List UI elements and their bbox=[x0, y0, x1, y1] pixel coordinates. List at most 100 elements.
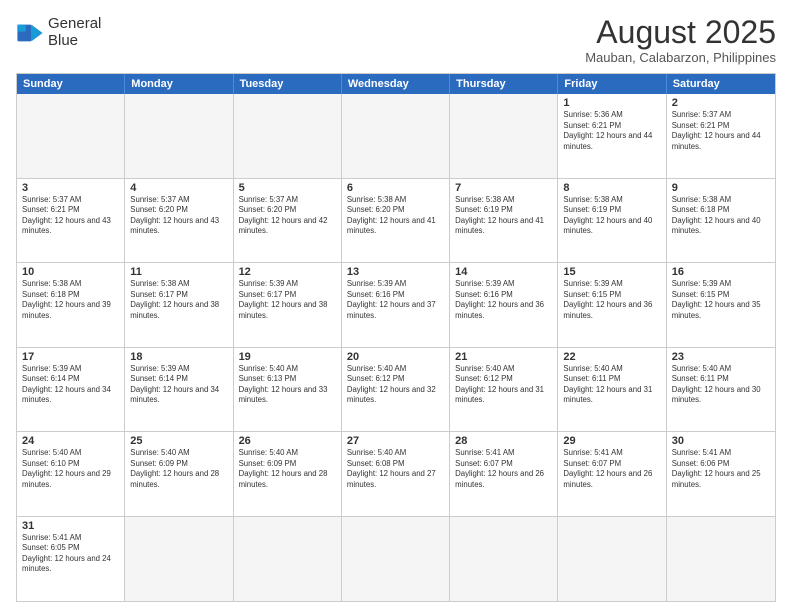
calendar-cell: 19Sunrise: 5:40 AM Sunset: 6:13 PM Dayli… bbox=[234, 348, 342, 432]
cell-date: 3 bbox=[22, 182, 119, 194]
calendar-cell: 10Sunrise: 5:38 AM Sunset: 6:18 PM Dayli… bbox=[17, 263, 125, 347]
logo-line1: General bbox=[48, 16, 101, 33]
cell-date: 15 bbox=[563, 266, 660, 278]
day-header: Friday bbox=[558, 74, 666, 94]
calendar-cell: 16Sunrise: 5:39 AM Sunset: 6:15 PM Dayli… bbox=[667, 263, 775, 347]
cell-info: Sunrise: 5:40 AM Sunset: 6:11 PM Dayligh… bbox=[563, 364, 660, 406]
calendar-cell bbox=[558, 517, 666, 602]
cell-date: 4 bbox=[130, 182, 227, 194]
calendar-row: 1Sunrise: 5:36 AM Sunset: 6:21 PM Daylig… bbox=[17, 94, 775, 179]
cell-info: Sunrise: 5:38 AM Sunset: 6:18 PM Dayligh… bbox=[672, 195, 770, 237]
calendar-cell: 18Sunrise: 5:39 AM Sunset: 6:14 PM Dayli… bbox=[125, 348, 233, 432]
cell-date: 29 bbox=[563, 435, 660, 447]
calendar-cell bbox=[450, 517, 558, 602]
cell-date: 11 bbox=[130, 266, 227, 278]
calendar-cell: 31Sunrise: 5:41 AM Sunset: 6:05 PM Dayli… bbox=[17, 517, 125, 602]
calendar-cell: 11Sunrise: 5:38 AM Sunset: 6:17 PM Dayli… bbox=[125, 263, 233, 347]
cell-info: Sunrise: 5:40 AM Sunset: 6:08 PM Dayligh… bbox=[347, 448, 444, 490]
calendar-cell bbox=[125, 94, 233, 178]
cell-info: Sunrise: 5:39 AM Sunset: 6:15 PM Dayligh… bbox=[563, 279, 660, 321]
cell-info: Sunrise: 5:37 AM Sunset: 6:21 PM Dayligh… bbox=[22, 195, 119, 237]
cell-info: Sunrise: 5:39 AM Sunset: 6:15 PM Dayligh… bbox=[672, 279, 770, 321]
logo-text: General Blue bbox=[48, 16, 101, 49]
calendar-cell bbox=[234, 94, 342, 178]
calendar-cell bbox=[125, 517, 233, 602]
calendar-cell: 25Sunrise: 5:40 AM Sunset: 6:09 PM Dayli… bbox=[125, 432, 233, 516]
cell-date: 25 bbox=[130, 435, 227, 447]
calendar-cell: 6Sunrise: 5:38 AM Sunset: 6:20 PM Daylig… bbox=[342, 179, 450, 263]
calendar-cell: 4Sunrise: 5:37 AM Sunset: 6:20 PM Daylig… bbox=[125, 179, 233, 263]
calendar-row: 10Sunrise: 5:38 AM Sunset: 6:18 PM Dayli… bbox=[17, 263, 775, 348]
logo: General Blue bbox=[16, 16, 101, 49]
day-headers: SundayMondayTuesdayWednesdayThursdayFrid… bbox=[17, 74, 775, 94]
calendar-cell: 9Sunrise: 5:38 AM Sunset: 6:18 PM Daylig… bbox=[667, 179, 775, 263]
calendar-cell: 8Sunrise: 5:38 AM Sunset: 6:19 PM Daylig… bbox=[558, 179, 666, 263]
cell-date: 24 bbox=[22, 435, 119, 447]
cell-info: Sunrise: 5:39 AM Sunset: 6:17 PM Dayligh… bbox=[239, 279, 336, 321]
cell-info: Sunrise: 5:41 AM Sunset: 6:07 PM Dayligh… bbox=[563, 448, 660, 490]
day-header: Sunday bbox=[17, 74, 125, 94]
day-header: Monday bbox=[125, 74, 233, 94]
cell-info: Sunrise: 5:36 AM Sunset: 6:21 PM Dayligh… bbox=[563, 110, 660, 152]
cell-date: 17 bbox=[22, 351, 119, 363]
cell-date: 8 bbox=[563, 182, 660, 194]
cell-date: 28 bbox=[455, 435, 552, 447]
cell-date: 1 bbox=[563, 97, 660, 109]
cell-date: 26 bbox=[239, 435, 336, 447]
calendar-cell: 15Sunrise: 5:39 AM Sunset: 6:15 PM Dayli… bbox=[558, 263, 666, 347]
calendar-cell: 3Sunrise: 5:37 AM Sunset: 6:21 PM Daylig… bbox=[17, 179, 125, 263]
cell-info: Sunrise: 5:41 AM Sunset: 6:06 PM Dayligh… bbox=[672, 448, 770, 490]
calendar-cell: 20Sunrise: 5:40 AM Sunset: 6:12 PM Dayli… bbox=[342, 348, 450, 432]
cell-date: 6 bbox=[347, 182, 444, 194]
calendar-grid: 1Sunrise: 5:36 AM Sunset: 6:21 PM Daylig… bbox=[17, 94, 775, 601]
cell-date: 22 bbox=[563, 351, 660, 363]
cell-date: 9 bbox=[672, 182, 770, 194]
cell-date: 18 bbox=[130, 351, 227, 363]
calendar-cell: 5Sunrise: 5:37 AM Sunset: 6:20 PM Daylig… bbox=[234, 179, 342, 263]
cell-info: Sunrise: 5:41 AM Sunset: 6:05 PM Dayligh… bbox=[22, 533, 119, 575]
location: Mauban, Calabarzon, Philippines bbox=[585, 50, 776, 65]
calendar-cell bbox=[450, 94, 558, 178]
calendar: SundayMondayTuesdayWednesdayThursdayFrid… bbox=[16, 73, 776, 602]
day-header: Thursday bbox=[450, 74, 558, 94]
calendar-cell: 2Sunrise: 5:37 AM Sunset: 6:21 PM Daylig… bbox=[667, 94, 775, 178]
calendar-cell: 27Sunrise: 5:40 AM Sunset: 6:08 PM Dayli… bbox=[342, 432, 450, 516]
cell-info: Sunrise: 5:37 AM Sunset: 6:20 PM Dayligh… bbox=[239, 195, 336, 237]
cell-info: Sunrise: 5:37 AM Sunset: 6:20 PM Dayligh… bbox=[130, 195, 227, 237]
calendar-cell: 14Sunrise: 5:39 AM Sunset: 6:16 PM Dayli… bbox=[450, 263, 558, 347]
calendar-cell: 28Sunrise: 5:41 AM Sunset: 6:07 PM Dayli… bbox=[450, 432, 558, 516]
cell-info: Sunrise: 5:40 AM Sunset: 6:13 PM Dayligh… bbox=[239, 364, 336, 406]
cell-info: Sunrise: 5:40 AM Sunset: 6:10 PM Dayligh… bbox=[22, 448, 119, 490]
cell-info: Sunrise: 5:38 AM Sunset: 6:20 PM Dayligh… bbox=[347, 195, 444, 237]
calendar-cell bbox=[17, 94, 125, 178]
calendar-cell: 17Sunrise: 5:39 AM Sunset: 6:14 PM Dayli… bbox=[17, 348, 125, 432]
calendar-row: 31Sunrise: 5:41 AM Sunset: 6:05 PM Dayli… bbox=[17, 517, 775, 602]
logo-line2: Blue bbox=[48, 33, 101, 50]
cell-date: 12 bbox=[239, 266, 336, 278]
calendar-cell bbox=[342, 94, 450, 178]
cell-date: 19 bbox=[239, 351, 336, 363]
calendar-cell: 1Sunrise: 5:36 AM Sunset: 6:21 PM Daylig… bbox=[558, 94, 666, 178]
cell-info: Sunrise: 5:38 AM Sunset: 6:19 PM Dayligh… bbox=[455, 195, 552, 237]
cell-info: Sunrise: 5:38 AM Sunset: 6:18 PM Dayligh… bbox=[22, 279, 119, 321]
calendar-cell: 22Sunrise: 5:40 AM Sunset: 6:11 PM Dayli… bbox=[558, 348, 666, 432]
cell-info: Sunrise: 5:40 AM Sunset: 6:12 PM Dayligh… bbox=[455, 364, 552, 406]
cell-date: 2 bbox=[672, 97, 770, 109]
cell-info: Sunrise: 5:40 AM Sunset: 6:12 PM Dayligh… bbox=[347, 364, 444, 406]
cell-info: Sunrise: 5:38 AM Sunset: 6:19 PM Dayligh… bbox=[563, 195, 660, 237]
calendar-cell: 30Sunrise: 5:41 AM Sunset: 6:06 PM Dayli… bbox=[667, 432, 775, 516]
cell-date: 13 bbox=[347, 266, 444, 278]
cell-date: 30 bbox=[672, 435, 770, 447]
cell-info: Sunrise: 5:39 AM Sunset: 6:14 PM Dayligh… bbox=[130, 364, 227, 406]
day-header: Tuesday bbox=[234, 74, 342, 94]
calendar-cell: 13Sunrise: 5:39 AM Sunset: 6:16 PM Dayli… bbox=[342, 263, 450, 347]
calendar-cell: 24Sunrise: 5:40 AM Sunset: 6:10 PM Dayli… bbox=[17, 432, 125, 516]
cell-date: 10 bbox=[22, 266, 119, 278]
cell-date: 7 bbox=[455, 182, 552, 194]
day-header: Wednesday bbox=[342, 74, 450, 94]
calendar-cell: 12Sunrise: 5:39 AM Sunset: 6:17 PM Dayli… bbox=[234, 263, 342, 347]
cell-info: Sunrise: 5:37 AM Sunset: 6:21 PM Dayligh… bbox=[672, 110, 770, 152]
day-header: Saturday bbox=[667, 74, 775, 94]
cell-date: 20 bbox=[347, 351, 444, 363]
page: General Blue August 2025 Mauban, Calabar… bbox=[0, 0, 792, 612]
